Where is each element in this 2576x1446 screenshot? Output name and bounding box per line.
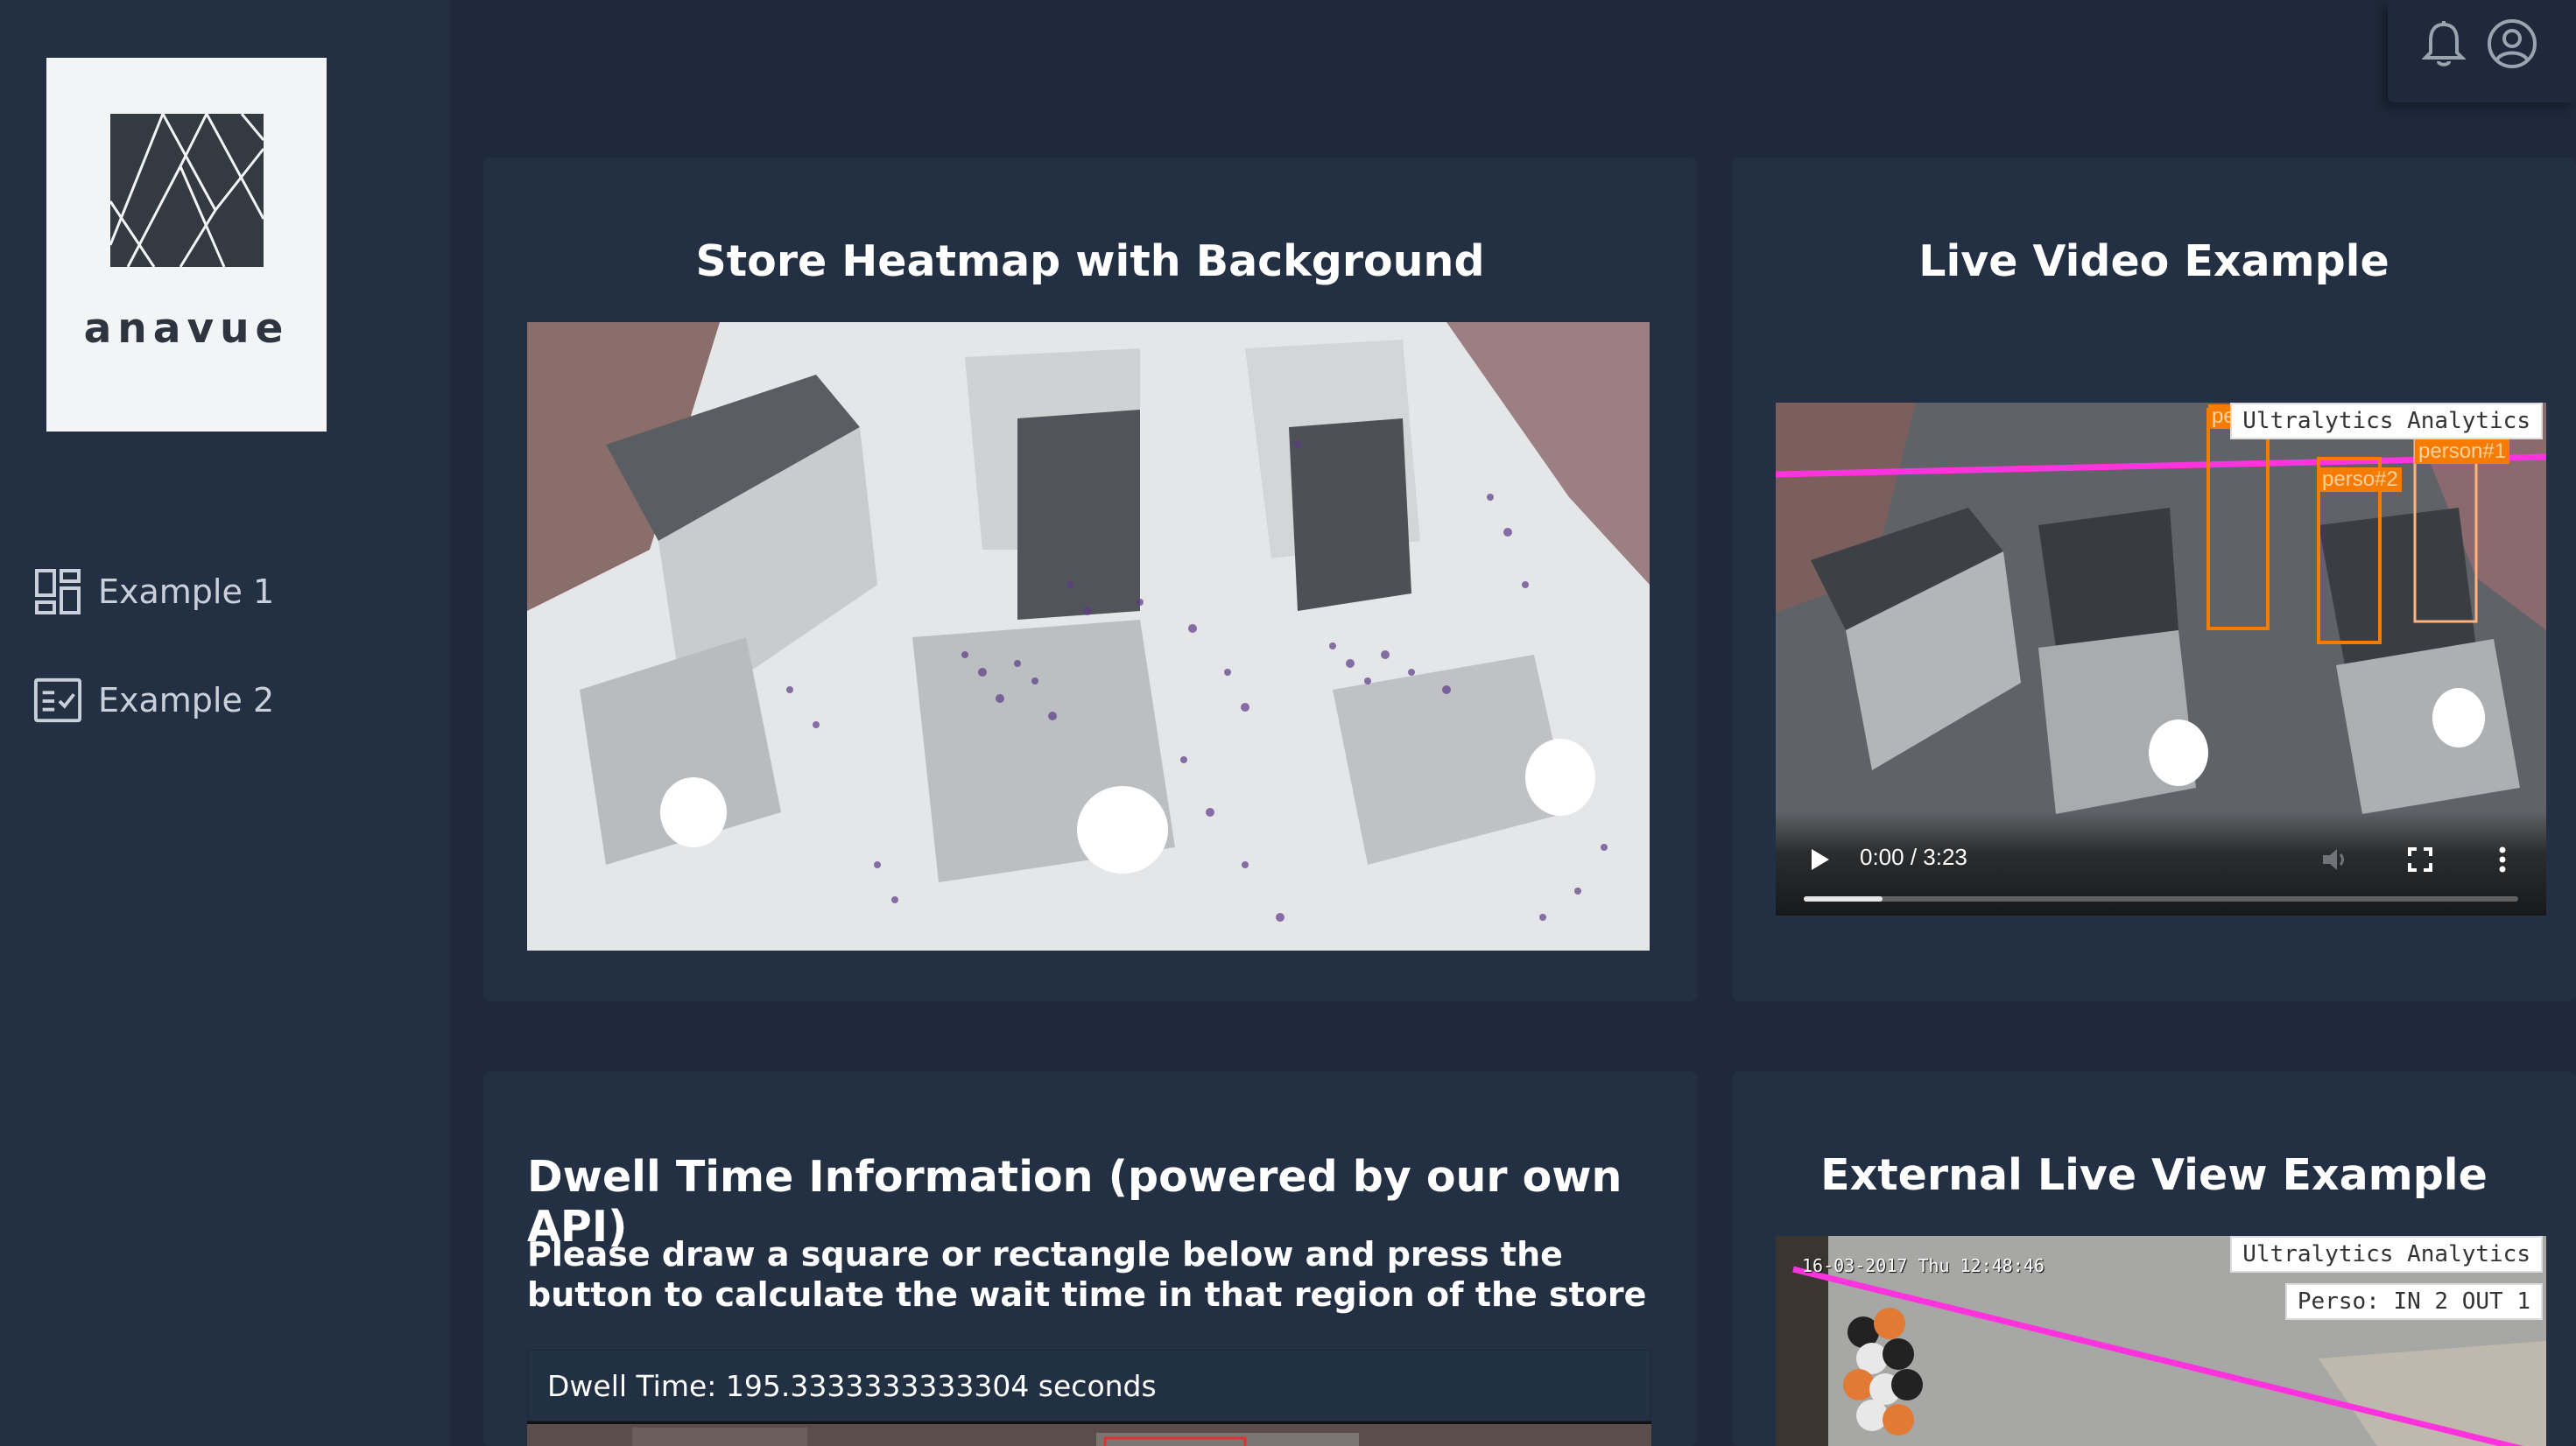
sidebar-item-label: Example 2 bbox=[98, 681, 275, 719]
detection-label: person#1 bbox=[2415, 439, 2510, 464]
sidebar-item-label: Example 1 bbox=[98, 572, 275, 611]
store-heatmap-image bbox=[527, 322, 1650, 951]
heatmap-card: Store Heatmap with Background bbox=[483, 158, 1697, 1001]
logo[interactable]: anavue bbox=[46, 58, 327, 432]
dashboard-icon bbox=[33, 567, 82, 616]
heatmap-title: Store Heatmap with Background bbox=[695, 236, 1485, 286]
video-progress-fill bbox=[1804, 896, 1883, 902]
video-time: 0:00 / 3:23 bbox=[1860, 844, 1967, 870]
dwell-time-result: Dwell Time: 195.3333333333304 seconds bbox=[527, 1350, 1651, 1421]
header-actions bbox=[2388, 0, 2576, 102]
dwell-drawing-canvas[interactable] bbox=[527, 1421, 1651, 1446]
video-controls: 0:00 / 3:23 bbox=[1776, 811, 2546, 916]
play-icon[interactable] bbox=[1802, 842, 1837, 877]
dwell-time-card: Dwell Time Information (powered by our o… bbox=[483, 1071, 1697, 1446]
detection-label: perso#2 bbox=[2319, 467, 2402, 492]
camera-timestamp: 16-03-2017 Thu 12:48:46 bbox=[1802, 1255, 2045, 1276]
sidebar-item-example-1[interactable]: Example 1 bbox=[33, 565, 274, 618]
checklist-icon bbox=[33, 676, 82, 725]
brand-name: anavue bbox=[83, 305, 290, 353]
live-video-player[interactable]: perso person#1 perso#2 Ultralytics Analy… bbox=[1776, 403, 2546, 916]
live-video-card: Live Video Example perso person#1 perso#… bbox=[1732, 158, 2576, 1001]
analytics-overlay-label: Ultralytics Analytics bbox=[2230, 1236, 2543, 1273]
user-circle-icon[interactable] bbox=[2484, 16, 2540, 72]
fullscreen-icon[interactable] bbox=[2403, 842, 2438, 877]
bell-icon[interactable] bbox=[2416, 16, 2472, 72]
dwell-description: Please draw a square or rectangle below … bbox=[527, 1235, 1647, 1314]
external-view-card: External Live View Example 16-03-2017 Th… bbox=[1732, 1071, 2576, 1446]
logo-mark-icon bbox=[110, 114, 264, 267]
video-progress-bar[interactable] bbox=[1804, 896, 2518, 902]
volume-icon[interactable] bbox=[2319, 842, 2354, 877]
more-options-icon[interactable] bbox=[2485, 842, 2520, 877]
live-video-title: Live Video Example bbox=[1918, 236, 2389, 286]
external-live-view[interactable]: 16-03-2017 Thu 12:48:46 Ultralytics Anal… bbox=[1776, 1236, 2546, 1446]
sidebar-item-example-2[interactable]: Example 2 bbox=[33, 674, 274, 727]
external-view-title: External Live View Example bbox=[1820, 1150, 2488, 1200]
sidebar: anavue Example 1 Example 2 bbox=[0, 0, 450, 1446]
analytics-overlay-label: Ultralytics Analytics bbox=[2230, 403, 2543, 439]
in-out-counter: Perso: IN 2 OUT 1 bbox=[2284, 1283, 2543, 1320]
